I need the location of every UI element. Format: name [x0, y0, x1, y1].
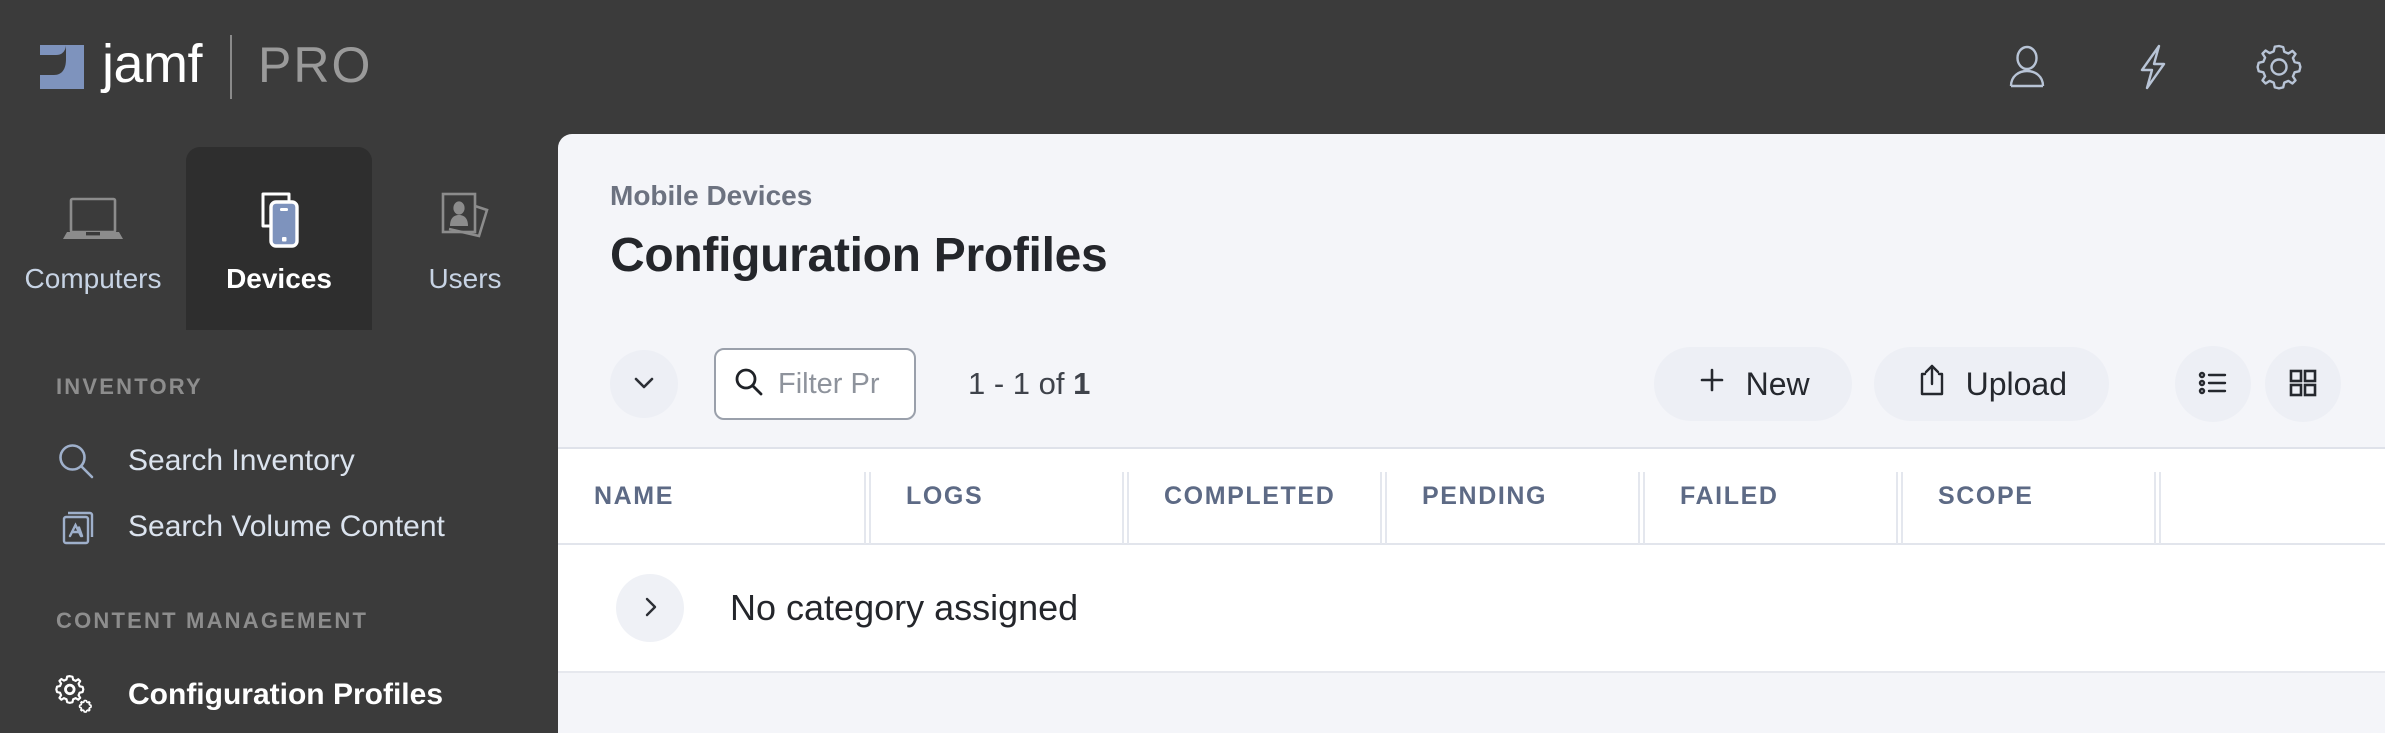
top-bar: jamf PRO [0, 0, 2385, 134]
collapse-all-button[interactable] [610, 350, 678, 418]
laptop-icon [57, 183, 129, 257]
grid-view-button[interactable] [2265, 346, 2341, 422]
page-header: Mobile Devices Configuration Profiles [558, 134, 2385, 283]
list-view-icon [2195, 365, 2231, 404]
sidebar-item-search-volume-content[interactable]: Search Volume Content [0, 494, 558, 560]
sidebar: Computers Devices Users INVENTORY Search… [0, 134, 558, 733]
column-label: PENDING [1422, 481, 1548, 510]
brand-logo[interactable]: jamf PRO [36, 35, 372, 99]
sidebar-item-search-inventory[interactable]: Search Inventory [0, 428, 558, 494]
pagination-range: 1 - 1 of [968, 366, 1074, 401]
tab-label: Devices [226, 262, 332, 294]
brand-edition: PRO [258, 37, 373, 93]
primary-tabs: Computers Devices Users [0, 134, 558, 330]
column-header-logs[interactable]: LOGS [870, 448, 1129, 544]
column-header-name[interactable]: NAME [558, 448, 871, 544]
column-label: SCOPE [1938, 481, 2034, 510]
plus-icon [1696, 364, 1728, 404]
gears-icon [50, 671, 102, 719]
breadcrumb[interactable]: Mobile Devices [610, 180, 2385, 212]
sidebar-item-label: Search Inventory [128, 444, 355, 477]
magnifier-icon [50, 439, 102, 483]
column-header-failed[interactable]: FAILED [1644, 448, 1903, 544]
column-label: FAILED [1680, 481, 1779, 510]
table-header-row: NAME LOGS COMPLETED PENDING FAILED SCOPE [558, 449, 2385, 545]
sidebar-section-content-management-title: CONTENT MANAGEMENT [56, 608, 369, 633]
tab-computers[interactable]: Computers [0, 147, 186, 330]
user-account-icon[interactable] [1999, 39, 2055, 95]
upload-button[interactable]: Upload [1873, 347, 2109, 421]
brand-divider [230, 35, 233, 99]
filter-field[interactable] [714, 348, 916, 420]
search-icon [732, 365, 766, 404]
sidebar-item-label: Configuration Profiles [128, 678, 443, 711]
mobile-device-icon [243, 183, 315, 257]
lightning-bolt-icon[interactable] [2125, 39, 2181, 95]
toolbar: 1 - 1 of 1 New [558, 321, 2385, 449]
settings-gear-icon[interactable] [2251, 39, 2307, 95]
column-label: LOGS [906, 481, 984, 510]
column-label: COMPLETED [1164, 481, 1336, 510]
profiles-table: NAME LOGS COMPLETED PENDING FAILED SCOPE… [558, 449, 2385, 673]
sidebar-section-inventory-title: INVENTORY [56, 374, 203, 399]
pagination-total: 1 [1073, 366, 1091, 401]
upload-icon [1916, 362, 1948, 406]
view-toggle-group [2175, 346, 2341, 422]
row-category-name: No category assigned [730, 587, 1079, 628]
tab-devices[interactable]: Devices [186, 147, 372, 330]
table-row[interactable]: No category assigned [558, 545, 2385, 673]
list-view-button[interactable] [2175, 346, 2251, 422]
tab-label: Computers [24, 262, 162, 294]
column-header-completed[interactable]: COMPLETED [1128, 448, 1387, 544]
sidebar-item-label: Search Volume Content [128, 510, 445, 543]
new-button[interactable]: New [1653, 347, 1852, 421]
app-store-icon [50, 505, 102, 549]
column-header-pending[interactable]: PENDING [1386, 448, 1645, 544]
application-window: jamf PRO Computers Devices Users INVENTO… [0, 0, 2385, 733]
grid-view-icon [2286, 366, 2320, 403]
new-button-label: New [1745, 365, 1810, 402]
filter-input[interactable] [778, 367, 898, 401]
tab-label: Users [428, 262, 502, 294]
expand-row-button[interactable] [616, 574, 684, 642]
column-label: NAME [594, 481, 675, 510]
column-header-scope[interactable]: SCOPE [1902, 448, 2161, 544]
pagination-summary: 1 - 1 of 1 [968, 366, 1090, 402]
page-title: Configuration Profiles [610, 229, 1108, 282]
upload-button-label: Upload [1965, 365, 2067, 402]
top-bar-actions [1999, 39, 2307, 95]
main-panel: Mobile Devices Configuration Profiles Fi… [558, 134, 2385, 733]
chevron-down-icon [629, 368, 659, 401]
user-card-icon [429, 183, 501, 257]
tab-users[interactable]: Users [372, 147, 558, 330]
column-resize-handle[interactable] [2154, 472, 2161, 544]
brand-wordmark: jamf [102, 34, 203, 94]
jamf-logo-icon [36, 41, 88, 93]
toolbar-actions: New Upload [1653, 346, 2341, 422]
sidebar-item-configuration-profiles[interactable]: Configuration Profiles [0, 662, 558, 728]
chevron-right-icon [636, 593, 664, 624]
